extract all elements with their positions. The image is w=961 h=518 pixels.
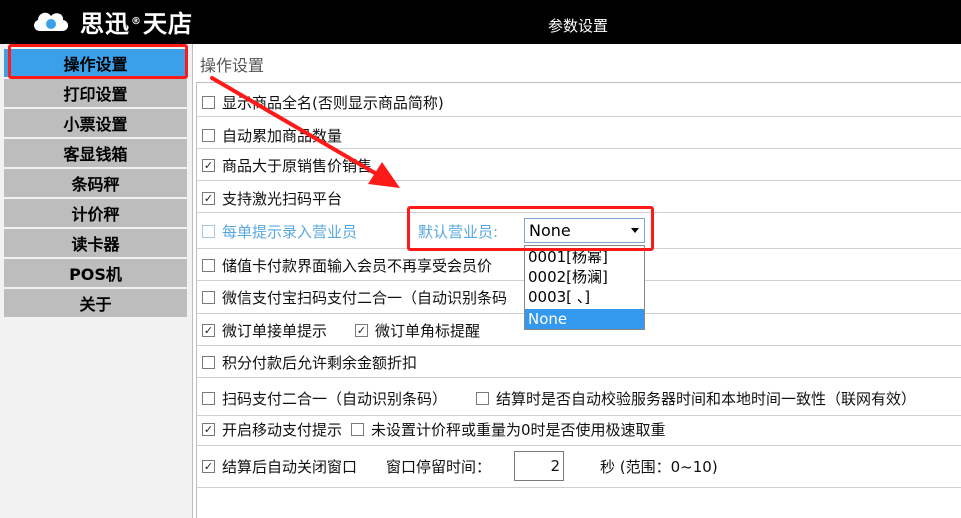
checkbox-icon[interactable] <box>202 259 215 272</box>
sidebar-item-print[interactable]: 打印设置 <box>4 79 187 107</box>
sidebar-item-about[interactable]: 关于 <box>4 289 187 317</box>
section-title: 操作设置 <box>200 56 265 75</box>
micro-order-badge-checkbox[interactable]: ✓ 微订单角标提醒 <box>355 320 480 341</box>
checkbox-icon[interactable]: ✓ <box>355 324 368 337</box>
show-full-name-checkbox[interactable]: 显示商品全名(否则显示商品简称) <box>202 92 444 113</box>
checkbox-icon[interactable] <box>202 129 215 142</box>
sidebar-item-display-cashbox[interactable]: 客显钱箱 <box>4 139 187 167</box>
sidebar-item-barcode-scale[interactable]: 条码秤 <box>4 169 187 197</box>
dropdown-highlight-box <box>407 206 654 251</box>
window-title: 参数设置 <box>548 17 609 35</box>
auto-check-time-checkbox[interactable]: 结算时是否自动校验服务器时间和本地时间一致性（联网有效） <box>476 388 916 409</box>
wechat-alipay-2in1-checkbox[interactable]: 微信支付宝扫码支付二合一（自动识别条码 <box>202 287 507 308</box>
checkbox-icon[interactable] <box>202 96 215 109</box>
fast-weigh-checkbox[interactable]: 未设置计价秤或重量为0时是否使用极速取重 <box>351 419 666 440</box>
brand-logo: 思迅 ® 天店 <box>30 6 193 38</box>
sidebar-item-price-scale[interactable]: 计价秤 <box>4 199 187 227</box>
stored-card-no-member-checkbox[interactable]: 储值卡付款界面输入会员不再享受会员价 <box>202 255 492 276</box>
micro-order-prompt-checkbox[interactable]: ✓ 微订单接单提示 <box>202 320 327 341</box>
scan-pay-2in1-checkbox[interactable]: 扫码支付二合一（自动识别条码） <box>202 388 447 409</box>
checkbox-icon[interactable] <box>476 392 489 405</box>
settings-sidebar: 操作设置 打印设置 小票设置 客显钱箱 条码秤 计价秤 读卡器 POS机 关于 <box>0 44 193 518</box>
dropdown-option[interactable]: 0003[ 、] <box>525 287 644 307</box>
checkbox-icon[interactable]: ✓ <box>202 460 215 473</box>
sidebar-highlight-box <box>8 44 188 79</box>
window-stay-input[interactable]: 2 <box>514 451 564 481</box>
checkbox-icon[interactable]: ✓ <box>202 159 215 172</box>
auto-accumulate-checkbox[interactable]: 自动累加商品数量 <box>202 125 342 146</box>
checkbox-icon[interactable] <box>202 392 215 405</box>
price-over-original-checkbox[interactable]: ✓ 商品大于原销售价销售 <box>202 155 372 176</box>
dropdown-option-selected[interactable]: None <box>525 309 644 329</box>
checkbox-icon[interactable] <box>202 291 215 304</box>
brand-name-part1: 思迅 <box>80 9 130 38</box>
window-stay-range-text: 秒 (范围：0~10) <box>600 458 718 476</box>
checkbox-icon[interactable]: ✓ <box>202 192 215 205</box>
mobile-pay-prompt-checkbox[interactable]: ✓ 开启移动支付提示 <box>202 419 342 440</box>
cloud-logo-icon <box>34 12 69 31</box>
dropdown-option[interactable]: 0002[杨澜] <box>525 267 644 287</box>
brand-name-part2: 天店 <box>143 9 193 38</box>
prompt-salesperson-checkbox[interactable]: 每单提示录入营业员 <box>202 221 357 242</box>
checkbox-icon[interactable] <box>202 225 215 238</box>
sidebar-item-receipt[interactable]: 小票设置 <box>4 109 187 137</box>
checkbox-icon[interactable] <box>351 423 364 436</box>
checkbox-icon[interactable]: ✓ <box>202 423 215 436</box>
brand-registered-mark: ® <box>131 15 142 27</box>
title-bar: 思迅 ® 天店 参数设置 <box>0 0 961 44</box>
sidebar-item-pos[interactable]: POS机 <box>4 259 187 287</box>
checkbox-icon[interactable] <box>202 356 215 369</box>
checkbox-icon[interactable]: ✓ <box>202 324 215 337</box>
sidebar-item-card-reader[interactable]: 读卡器 <box>4 229 187 257</box>
window-stay-label: 窗口停留时间： <box>386 458 492 476</box>
points-allow-discount-checkbox[interactable]: 积分付款后允许剩余金额折扣 <box>202 352 417 373</box>
laser-scan-checkbox[interactable]: ✓ 支持激光扫码平台 <box>202 188 342 209</box>
auto-close-window-checkbox[interactable]: ✓ 结算后自动关闭窗口 <box>202 456 357 477</box>
salesperson-dropdown-list: 0001[杨幂] 0002[杨澜] 0003[ 、] None <box>524 245 645 330</box>
